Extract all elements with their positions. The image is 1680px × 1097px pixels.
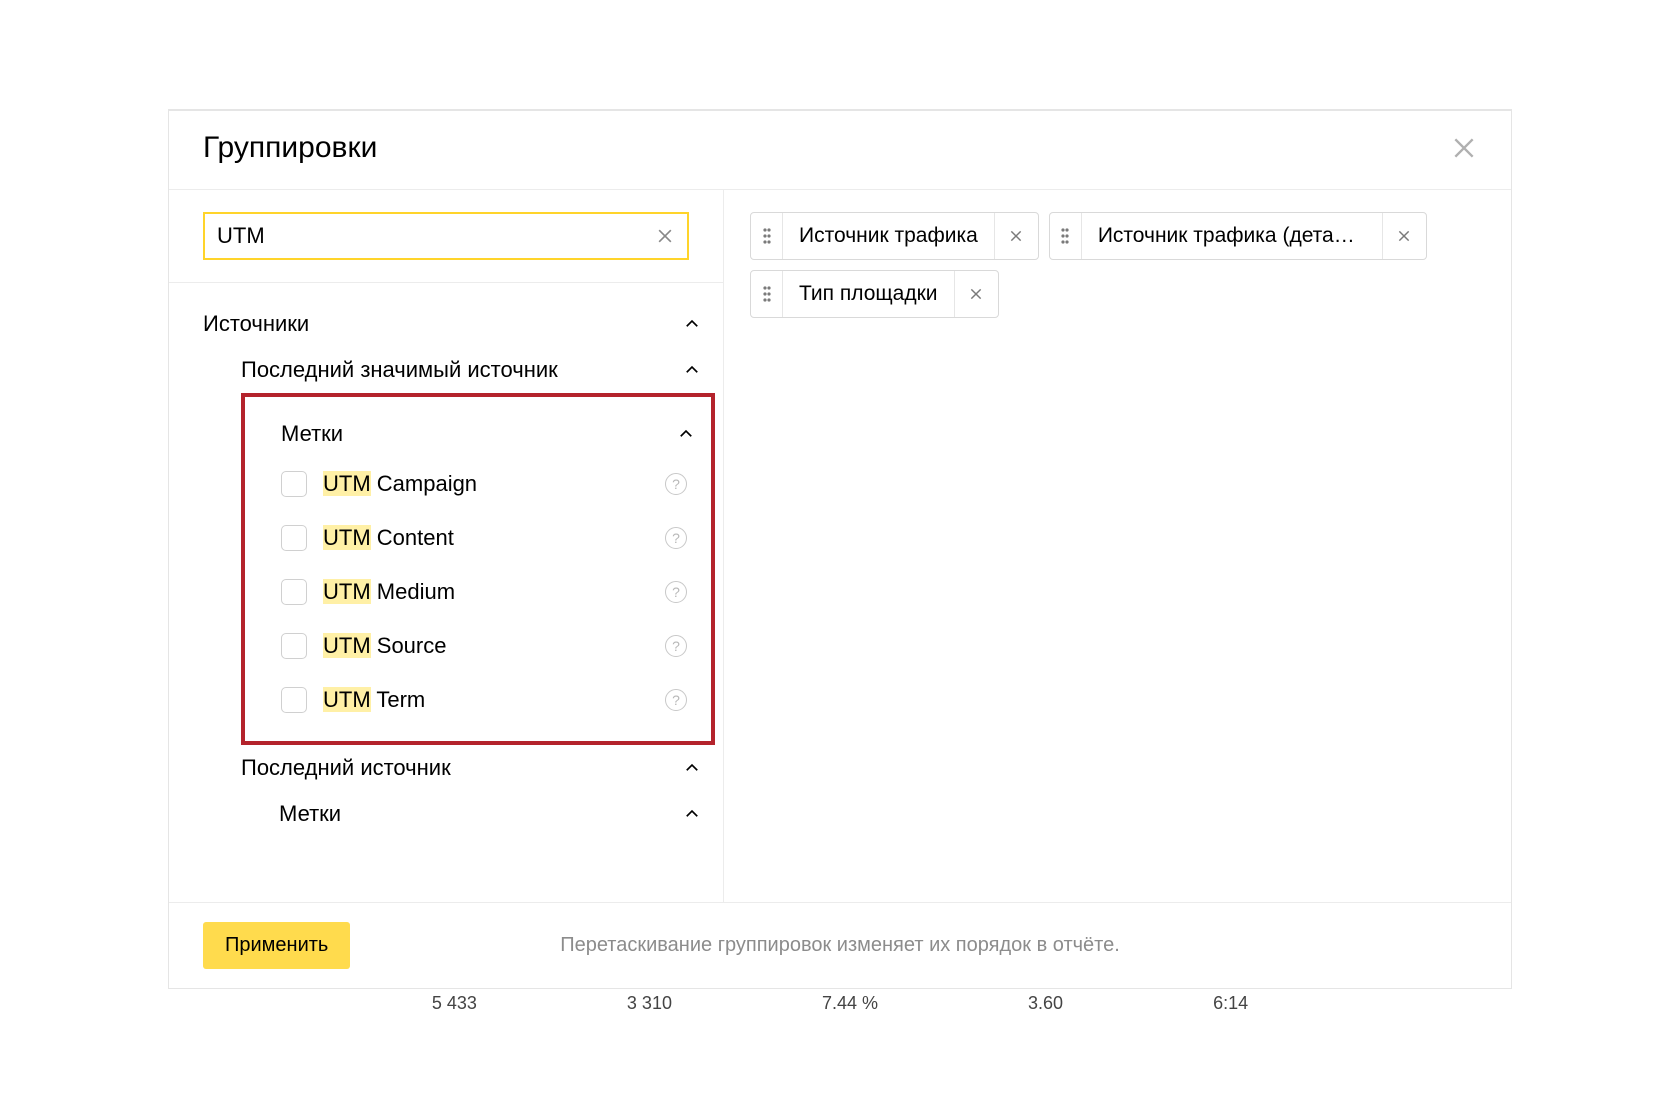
background-numbers: 5 433 3 310 7.44 % 3.60 6:14 [169, 993, 1511, 1014]
tree-node-metki: Метки [281, 411, 701, 457]
highlight-text: UTM [323, 633, 371, 658]
chevron-up-icon [677, 425, 695, 443]
chip-remove-icon[interactable] [954, 271, 998, 317]
chevron-up-icon [683, 759, 701, 777]
tree-toggle-metki2[interactable]: Метки [279, 791, 715, 837]
help-icon[interactable]: ? [665, 689, 687, 711]
highlight-text: UTM [323, 471, 371, 496]
checkbox[interactable] [281, 633, 307, 659]
item-rest: Content [371, 525, 454, 550]
item-label: UTM Content [323, 525, 649, 551]
apply-button[interactable]: Применить [203, 922, 350, 969]
item-label: UTM Term [323, 687, 649, 713]
drag-handle-icon[interactable] [751, 213, 783, 259]
tree-node-last-source: Последний источник [203, 745, 715, 791]
tree-toggle-metki[interactable]: Метки [281, 411, 701, 457]
item-rest: Medium [371, 579, 455, 604]
utm-item-campaign[interactable]: UTM Campaign ? [281, 457, 701, 511]
tree-toggle-sources[interactable]: Источники [203, 301, 715, 347]
bg-num: 3.60 [1028, 993, 1063, 1014]
tree-label: Источники [203, 311, 309, 337]
utm-item-content[interactable]: UTM Content ? [281, 511, 701, 565]
tree-label: Метки [279, 801, 341, 827]
utm-item-medium[interactable]: UTM Medium ? [281, 565, 701, 619]
search-box [203, 212, 689, 260]
item-label: UTM Medium [323, 579, 649, 605]
checkbox[interactable] [281, 471, 307, 497]
highlight-text: UTM [323, 579, 371, 604]
clear-search-icon[interactable] [655, 226, 675, 246]
chip-remove-icon[interactable] [1382, 213, 1426, 259]
close-icon[interactable] [1451, 135, 1477, 161]
checkbox[interactable] [281, 525, 307, 551]
checkbox[interactable] [281, 687, 307, 713]
tree-toggle-last-source[interactable]: Последний источник [241, 745, 715, 791]
tree-label: Последний источник [241, 755, 451, 781]
item-rest: Term [371, 687, 426, 712]
modal-title: Группировки [203, 131, 377, 165]
item-label: UTM Source [323, 633, 649, 659]
modal-body: Источники Последний значимый источник [169, 190, 1511, 902]
highlight-text: UTM [323, 525, 371, 550]
utm-item-term[interactable]: UTM Term ? [281, 673, 701, 727]
bg-num: 5 433 [432, 993, 477, 1014]
help-icon[interactable]: ? [665, 473, 687, 495]
chip-traffic-source-detail[interactable]: Источник трафика (деталь... [1049, 212, 1427, 260]
drag-handle-icon[interactable] [1050, 213, 1082, 259]
item-label: UTM Campaign [323, 471, 649, 497]
groupings-modal: Группировки [168, 109, 1512, 989]
chip-label: Тип площадки [783, 282, 954, 306]
tree-label: Метки [281, 421, 343, 447]
selected-chips-panel: Источник трафика Источник трафика (детал… [724, 190, 1511, 902]
chip-label: Источник трафика (деталь... [1082, 224, 1382, 248]
highlighted-utm-group: Метки UTM Campaign ? [241, 393, 715, 745]
search-wrap [169, 190, 723, 283]
modal-footer: Применить Перетаскивание группировок изм… [169, 902, 1511, 988]
chip-site-type[interactable]: Тип площадки [750, 270, 999, 318]
highlight-text: UTM [323, 687, 371, 712]
left-panel: Источники Последний значимый источник [169, 190, 724, 902]
tree-node-sources: Источники [203, 301, 715, 347]
chevron-up-icon [683, 361, 701, 379]
item-rest: Campaign [371, 471, 477, 496]
tree-wrap: Источники Последний значимый источник [169, 283, 723, 902]
tree-toggle-last-significant[interactable]: Последний значимый источник [241, 347, 715, 393]
chip-traffic-source[interactable]: Источник трафика [750, 212, 1039, 260]
modal-header: Группировки [169, 111, 1511, 190]
tree-label: Последний значимый источник [241, 357, 558, 383]
search-input[interactable] [217, 223, 655, 249]
chip-remove-icon[interactable] [994, 213, 1038, 259]
chevron-up-icon [683, 315, 701, 333]
help-icon[interactable]: ? [665, 527, 687, 549]
tree-node-metki2: Метки [203, 791, 715, 837]
utm-item-source[interactable]: UTM Source ? [281, 619, 701, 673]
drag-handle-icon[interactable] [751, 271, 783, 317]
footer-hint: Перетаскивание группировок изменяет их п… [169, 934, 1511, 957]
chevron-up-icon [683, 805, 701, 823]
tree-scroll[interactable]: Источники Последний значимый источник [169, 283, 723, 902]
tree-node-last-significant: Последний значимый источник [203, 347, 715, 393]
help-icon[interactable]: ? [665, 581, 687, 603]
bg-num: 3 310 [627, 993, 672, 1014]
bg-num: 6:14 [1213, 993, 1248, 1014]
help-icon[interactable]: ? [665, 635, 687, 657]
chip-label: Источник трафика [783, 224, 994, 248]
bg-num: 7.44 % [822, 993, 878, 1014]
item-rest: Source [371, 633, 447, 658]
checkbox[interactable] [281, 579, 307, 605]
